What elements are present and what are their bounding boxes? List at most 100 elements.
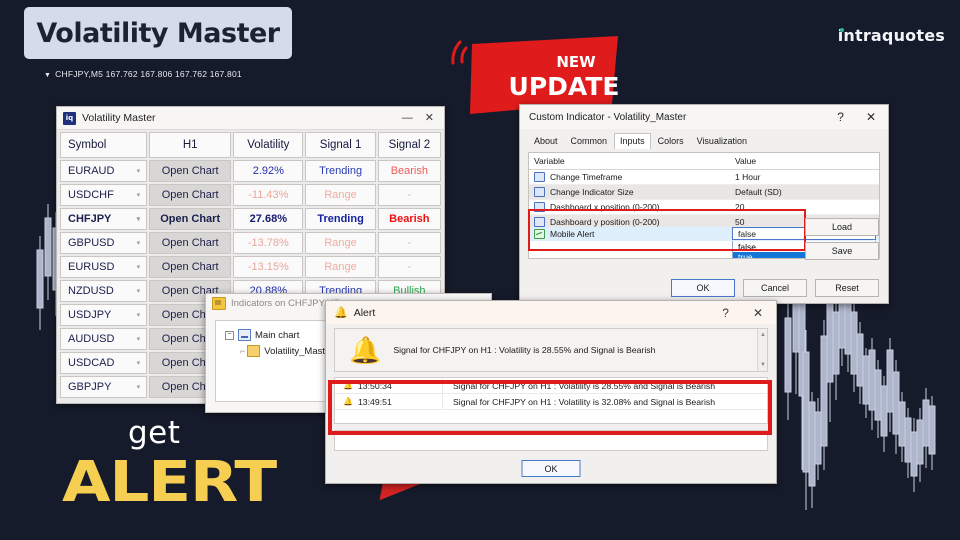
brand-logo: intraquotes bbox=[837, 26, 946, 45]
cell-symbol[interactable]: NZDUSD ▾ bbox=[60, 280, 148, 302]
cancel-button[interactable]: Cancel bbox=[743, 279, 807, 297]
alert-title-bar: 🔔 Alert ? ✕ bbox=[326, 301, 776, 324]
cell-symbol[interactable]: EURUSD ▾ bbox=[60, 256, 148, 278]
chevron-down-icon[interactable]: ▾ bbox=[137, 287, 141, 295]
indicator-icon bbox=[212, 297, 226, 310]
chevron-down-icon[interactable]: ▾ bbox=[137, 359, 141, 367]
cell-symbol-label: GBPUSD bbox=[68, 237, 115, 249]
column-header-volatility: Volatility bbox=[233, 132, 304, 158]
bell-icon: 🔔 bbox=[334, 307, 348, 319]
cell-symbol[interactable]: EURAUD ▾ bbox=[60, 160, 148, 182]
screenshot-root: Volatility Master intraquotes ▼ CHFJPY,M5… bbox=[0, 0, 960, 540]
chevron-down-icon[interactable]: ▾ bbox=[137, 311, 141, 319]
close-icon[interactable]: ✕ bbox=[425, 112, 434, 124]
cell-signal2: Bearish bbox=[377, 208, 441, 230]
help-icon[interactable]: ? bbox=[837, 111, 844, 123]
cell-symbol-label: USDCHF bbox=[68, 189, 114, 201]
ci-side-buttons: Load Save bbox=[805, 218, 879, 266]
close-icon[interactable]: ✕ bbox=[753, 307, 763, 319]
cell-signal2: - bbox=[377, 184, 441, 206]
scroll-up-icon[interactable]: ▲ bbox=[760, 332, 766, 338]
chevron-down-icon[interactable]: ▾ bbox=[137, 239, 141, 247]
cell-symbol-label: NZDUSD bbox=[68, 285, 114, 297]
alert-message-text: Signal for CHFJPY on H1 : Volatility is … bbox=[393, 345, 656, 355]
column-header-signal2: Signal 2 bbox=[377, 132, 441, 158]
table-row[interactable]: USDCHF ▾ Open Chart -11.43% Range - bbox=[60, 184, 441, 206]
chevron-down-icon[interactable]: ▾ bbox=[137, 383, 141, 391]
tree-expander-icon[interactable]: − bbox=[225, 330, 234, 340]
indicators-window-title: Indicators on CHFJPY,M5 bbox=[231, 298, 340, 309]
cell-signal2: Bearish bbox=[377, 160, 441, 182]
chevron-down-icon[interactable]: ▾ bbox=[137, 167, 141, 175]
cell-symbol[interactable]: AUDUSD ▾ bbox=[60, 328, 148, 350]
promo-alert-text: ALERT bbox=[62, 450, 277, 515]
cell-symbol[interactable]: GBPJPY ▾ bbox=[60, 376, 148, 398]
variable-icon bbox=[534, 187, 545, 197]
table-row[interactable]: EURAUD ▾ Open Chart 2.92% Trending Bearish bbox=[60, 160, 441, 182]
variable-icon bbox=[534, 172, 545, 182]
brand-dot-icon bbox=[839, 28, 844, 32]
ci-tab-bar: About Common Inputs Colors Visualization bbox=[520, 129, 888, 149]
tab-about[interactable]: About bbox=[528, 133, 564, 149]
tab-inputs[interactable]: Inputs bbox=[614, 133, 651, 149]
open-chart-button[interactable]: Open Chart bbox=[149, 232, 232, 254]
table-row[interactable]: GBPUSD ▾ Open Chart -13.78% Range - bbox=[60, 232, 441, 254]
chevron-down-icon: ▼ bbox=[44, 72, 52, 79]
ci-param-row[interactable]: Change Indicator Size Default (SD) bbox=[529, 185, 879, 200]
page-title: Volatility Master bbox=[24, 7, 292, 59]
chevron-down-icon[interactable]: ▾ bbox=[137, 191, 141, 199]
help-icon[interactable]: ? bbox=[722, 307, 729, 319]
tree-branch-line: ⌐ bbox=[240, 346, 245, 356]
table-row[interactable]: EURUSD ▾ Open Chart -13.15% Range - bbox=[60, 256, 441, 278]
ci-param-row[interactable]: Change Timeframe 1 Hour bbox=[529, 170, 879, 185]
close-icon[interactable]: ✕ bbox=[866, 111, 876, 123]
cell-signal2: - bbox=[377, 232, 441, 254]
tree-node-main-chart-label: Main chart bbox=[255, 329, 300, 341]
ok-button[interactable]: OK bbox=[671, 279, 735, 297]
minimize-icon[interactable]: — bbox=[402, 112, 413, 124]
load-button[interactable]: Load bbox=[805, 218, 879, 236]
cell-symbol[interactable]: USDCHF ▾ bbox=[60, 184, 148, 206]
alert-ok-button[interactable]: OK bbox=[521, 460, 581, 477]
open-chart-button[interactable]: Open Chart bbox=[149, 184, 232, 206]
vm-window-title: Volatility Master bbox=[82, 112, 156, 124]
cell-signal2: - bbox=[377, 256, 441, 278]
ci-column-header-value: Value bbox=[735, 156, 757, 166]
alert-scrollbar[interactable]: ▲ ▼ bbox=[757, 329, 767, 371]
app-icon: iq bbox=[63, 111, 76, 125]
ci-param-name: Change Indicator Size bbox=[550, 187, 634, 197]
table-row[interactable]: CHFJPY ▾ Open Chart 27.68% Trending Bearish bbox=[60, 208, 441, 230]
cell-symbol[interactable]: USDCAD ▾ bbox=[60, 352, 148, 374]
open-chart-button[interactable]: Open Chart bbox=[149, 160, 232, 182]
column-header-h1: H1 bbox=[149, 132, 232, 158]
open-chart-button[interactable]: Open Chart bbox=[149, 256, 232, 278]
tab-colors[interactable]: Colors bbox=[652, 133, 690, 149]
chart-quote-line: ▼ CHFJPY,M5 167.762 167.806 167.762 167.8… bbox=[44, 69, 242, 79]
cell-symbol[interactable]: CHFJPY ▾ bbox=[60, 208, 148, 230]
scroll-down-icon[interactable]: ▼ bbox=[760, 362, 766, 368]
cell-volatility: -13.78% bbox=[233, 232, 304, 254]
save-button[interactable]: Save bbox=[805, 242, 879, 260]
cell-symbol[interactable]: GBPUSD ▾ bbox=[60, 232, 148, 254]
ci-footer-buttons: OK Cancel Reset bbox=[671, 279, 879, 297]
chevron-down-icon[interactable]: ▾ bbox=[137, 263, 141, 271]
cell-symbol[interactable]: USDJPY ▾ bbox=[60, 304, 148, 326]
cell-signal1: Range bbox=[305, 256, 376, 278]
bell-icon-large: 🔔 bbox=[349, 334, 382, 365]
chevron-down-icon[interactable]: ▾ bbox=[137, 335, 141, 343]
open-chart-button[interactable]: Open Chart bbox=[149, 208, 232, 230]
chevron-down-icon[interactable]: ▾ bbox=[137, 215, 141, 223]
cell-symbol-label: GBPJPY bbox=[68, 381, 112, 393]
cell-signal1: Range bbox=[305, 184, 376, 206]
ci-title-bar: Custom Indicator - Volatility_Master ? ✕ bbox=[520, 105, 888, 129]
cell-symbol-label: AUDUSD bbox=[68, 333, 115, 345]
tab-visualization[interactable]: Visualization bbox=[691, 133, 753, 149]
cell-symbol-label: EURUSD bbox=[68, 261, 115, 273]
reset-button[interactable]: Reset bbox=[815, 279, 879, 297]
brand-text: intraquotes bbox=[837, 26, 945, 45]
table-header-row: Symbol H1 Volatility Signal 1 Signal 2 bbox=[60, 132, 441, 158]
cell-signal1: Trending bbox=[305, 208, 376, 230]
tab-common[interactable]: Common bbox=[565, 133, 614, 149]
column-header-signal1: Signal 1 bbox=[305, 132, 376, 158]
dropdown-option-true-label: true bbox=[738, 252, 753, 259]
